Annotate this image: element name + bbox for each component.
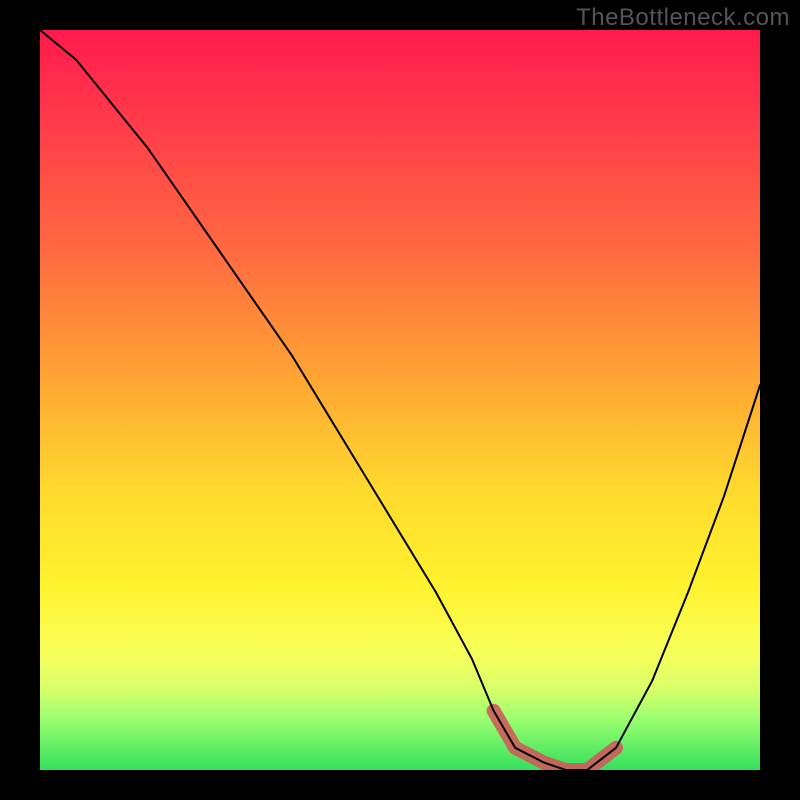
curve-svg <box>40 30 760 770</box>
plot-area <box>40 30 760 770</box>
bottleneck-curve <box>40 30 760 770</box>
chart-frame: TheBottleneck.com <box>0 0 800 800</box>
watermark-text: TheBottleneck.com <box>576 4 790 32</box>
